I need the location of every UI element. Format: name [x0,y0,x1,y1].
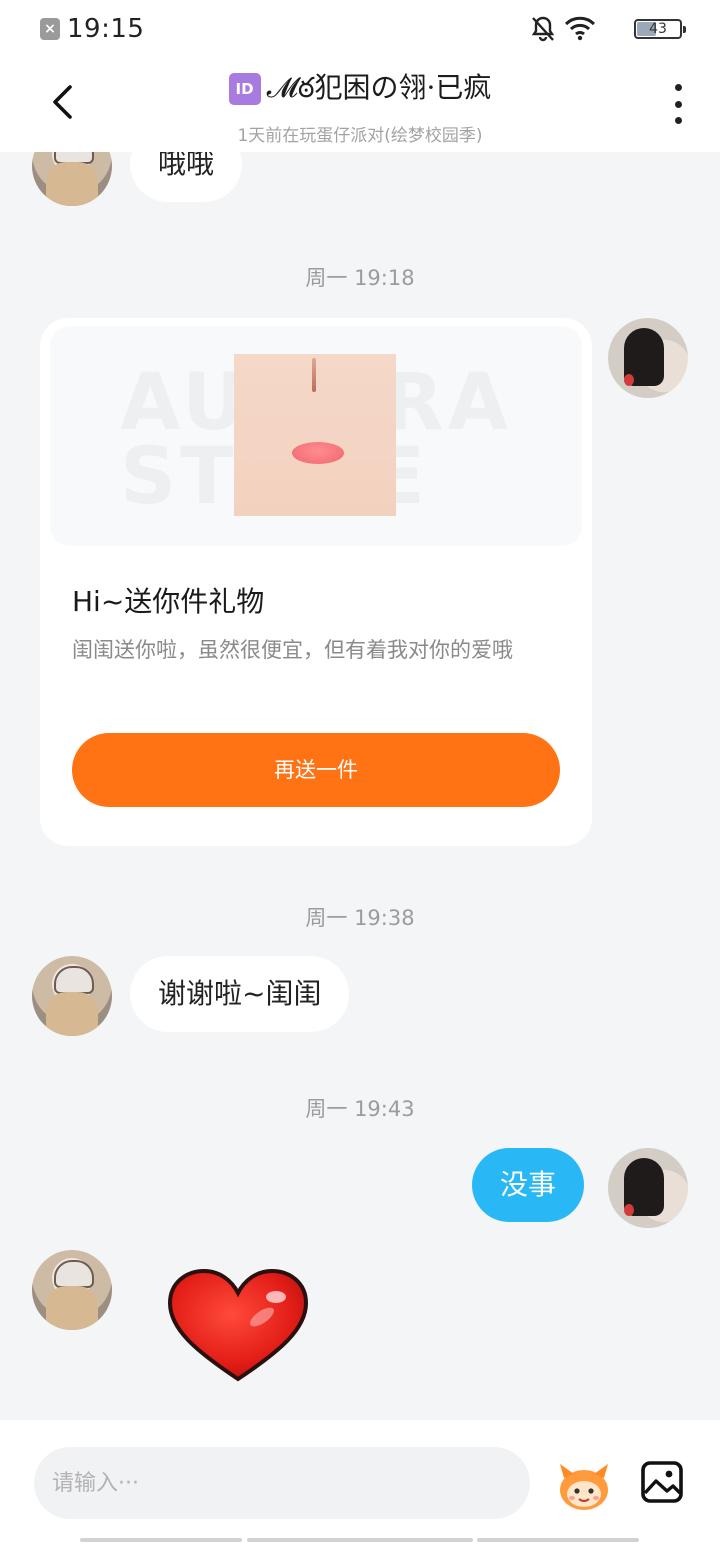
nav-indicator-segment [477,1538,639,1542]
chat-title: 𝓜ఠ犯困の翎·已疯 [266,71,492,104]
more-options-button[interactable] [670,84,686,124]
timestamp: 周一 19:38 [305,906,415,930]
chat-messages[interactable]: 哦哦 周一 19:18 AURORA STORE Hi~送你件礼物 闺闺送你啦，… [0,152,720,1420]
status-bar: × 19:15 43 [0,0,720,58]
top-bar: × 19:15 43 ID � [0,0,720,152]
my-avatar[interactable] [608,318,688,398]
gift-description: 闺闺送你啦，虽然很便宜，但有着我对你的爱哦 [72,638,513,662]
timestamp: 周一 19:43 [305,1097,415,1121]
gift-nose-shape [312,358,316,392]
emoji-sticker-icon[interactable] [554,1460,614,1512]
chat-subtitle: 1天前在玩蛋仔派对(绘梦校园季) [237,126,483,146]
battery-level: 43 [649,21,667,37]
gift-lips-shape [292,442,344,464]
chevron-left-icon [53,85,72,119]
more-dot-icon [674,100,682,108]
nav-indicator-segment [80,1538,242,1542]
send-another-gift-button[interactable]: 再送一件 [72,733,560,807]
incoming-message-bubble[interactable]: 谢谢啦~闺闺 [130,956,350,1032]
gift-title: Hi~送你件礼物 [72,585,265,618]
timestamp: 周一 19:18 [305,266,415,290]
friend-avatar[interactable] [32,956,112,1036]
heart-sticker[interactable] [166,1267,310,1385]
image-picker-icon[interactable] [640,1460,684,1504]
chat-title-block: ID 𝓜ఠ犯困の翎·已疯 1天前在玩蛋仔派对(绘梦校园季) [120,66,600,146]
outgoing-message-bubble[interactable]: 没事 [472,1148,585,1222]
more-dot-icon [674,84,682,91]
message-input-bar [0,1420,720,1544]
status-time: 19:15 [67,14,145,44]
friend-avatar[interactable] [32,1250,112,1330]
wifi-icon [564,16,596,41]
message-input[interactable] [34,1447,530,1519]
friend-avatar[interactable] [32,152,112,206]
gift-image-area: AURORA STORE [50,326,582,546]
gift-item-image [234,354,396,516]
my-avatar[interactable] [608,1148,688,1228]
app-notification-icon: × [40,18,60,40]
gift-card[interactable]: AURORA STORE Hi~送你件礼物 闺闺送你啦，虽然很便宜，但有着我对你… [40,318,592,846]
status-icons: 43 [531,15,686,43]
back-button[interactable] [40,80,84,124]
more-dot-icon [674,117,682,124]
battery-icon: 43 [634,19,686,39]
id-badge: ID [228,72,261,105]
bell-muted-icon [531,16,555,42]
nav-indicator-segment [247,1538,473,1542]
incoming-message-bubble[interactable]: 哦哦 [130,152,243,202]
